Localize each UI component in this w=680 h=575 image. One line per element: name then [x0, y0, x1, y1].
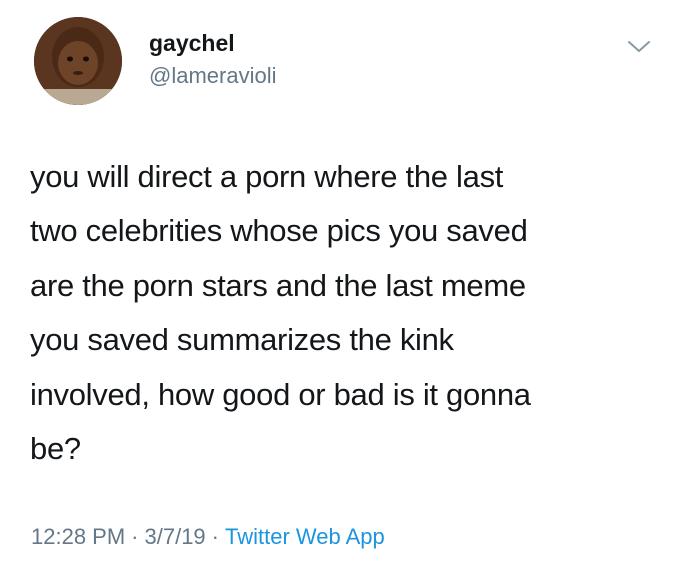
- tweet-menu-button[interactable]: [625, 37, 653, 57]
- tweet-text-line: you will direct a porn where the last: [30, 159, 504, 194]
- tweet-card: gaychel @lameravioli you will direct a p…: [0, 0, 680, 575]
- meta-separator: ·: [211, 524, 219, 549]
- avatar[interactable]: [34, 17, 122, 105]
- tweet-text-line: you saved summarizes the kink: [30, 322, 454, 358]
- tweet-text-line: two celebrities whose pics you saved: [30, 213, 528, 249]
- tweet-text-line: are the porn stars and the last meme: [30, 267, 526, 303]
- tweet-text-line: involved, how good or bad is it gonna: [30, 376, 531, 412]
- avatar-photo: [34, 17, 122, 105]
- chevron-down-icon: [628, 41, 650, 52]
- display-name[interactable]: gaychel: [149, 30, 235, 57]
- meta-separator: ·: [131, 524, 139, 549]
- user-handle[interactable]: @lameravioli: [149, 63, 276, 89]
- tweet-date[interactable]: 3/7/19: [145, 524, 206, 549]
- tweet-text: you will direct a porn where the last tw…: [30, 150, 650, 476]
- tweet-source-link[interactable]: Twitter Web App: [225, 524, 385, 549]
- tweet-text-line: be?: [30, 431, 81, 467]
- tweet-time[interactable]: 12:28 PM: [31, 524, 125, 549]
- tweet-meta: 12:28 PM · 3/7/19 · Twitter Web App: [31, 524, 385, 550]
